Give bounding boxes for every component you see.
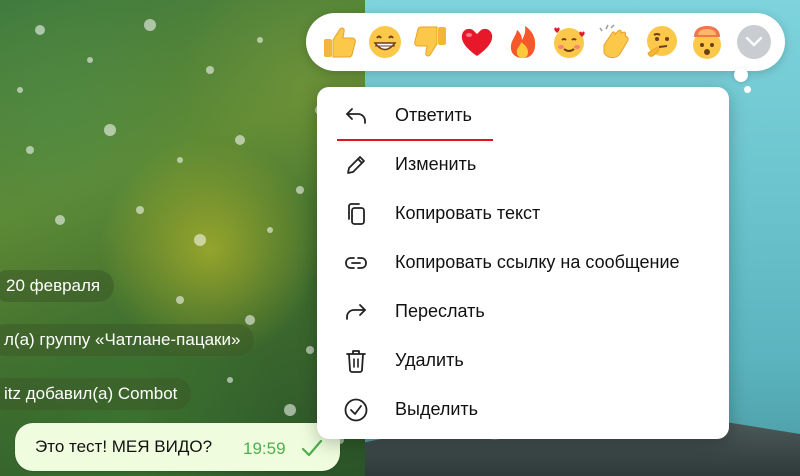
mind-blown-icon [693, 26, 721, 59]
reaction-grin[interactable] [366, 23, 404, 61]
menu-item-label: Выделить [395, 399, 479, 419]
chevron-down-icon [745, 36, 763, 47]
reaction-thumbs-up[interactable] [320, 23, 358, 61]
link-icon [345, 257, 367, 269]
clap-icon [599, 24, 629, 59]
menu-item-label: Копировать текст [395, 203, 541, 223]
menu-item-copy-link[interactable]: Копировать ссылку на сообщение [317, 238, 729, 287]
menu-item-edit[interactable]: Изменить [317, 140, 729, 189]
reaction-clap[interactable] [596, 23, 634, 61]
fire-icon [510, 26, 536, 58]
forward-icon [346, 304, 366, 320]
reactions-bubble-tail [734, 68, 748, 82]
menu-item-delete[interactable]: Удалить [317, 336, 729, 385]
menu-item-reply[interactable]: Ответить [317, 91, 729, 141]
reaction-thumbs-down[interactable] [412, 23, 450, 61]
reaction-fire[interactable] [504, 23, 542, 61]
menu-item-label: Копировать ссылку на сообщение [395, 252, 680, 272]
service-message-added: itz добавил(а) Combot [0, 378, 192, 410]
thinking-icon [647, 26, 677, 57]
menu-item-forward[interactable]: Переслать [317, 287, 729, 336]
thumbs-down-icon [414, 26, 446, 57]
message-time: 19:59 [243, 439, 286, 458]
reply-icon [346, 108, 366, 124]
menu-item-label: Ответить [395, 105, 472, 125]
pencil-icon [347, 156, 365, 174]
reaction-mind-blown[interactable] [688, 23, 726, 61]
expand-reactions-button[interactable] [737, 25, 771, 59]
trash-icon [346, 350, 366, 373]
grin-icon [369, 26, 401, 58]
menu-item-select[interactable]: Выделить [317, 385, 729, 434]
outgoing-message[interactable]: Это тест! МЕЯ ВИДО? 19:59 [15, 423, 340, 471]
menu-item-copy-text[interactable]: Копировать текст [317, 189, 729, 238]
menu-item-label: Переслать [395, 301, 485, 321]
thumbs-up-icon [324, 27, 356, 58]
reactions-bar [306, 13, 785, 71]
heart-icon [461, 28, 493, 56]
reaction-smiling-hearts[interactable] [550, 23, 588, 61]
copy-icon [348, 203, 365, 225]
reaction-heart[interactable] [458, 23, 496, 61]
check-circle-icon [344, 398, 368, 422]
service-date-badge: 20 февраля [0, 270, 115, 302]
menu-item-label: Изменить [395, 154, 477, 174]
menu-item-label: Удалить [395, 350, 464, 370]
message-text: Это тест! МЕЯ ВИДО? [35, 437, 213, 456]
service-message-group: л(а) группу «Чатлане-пацаки» [0, 324, 255, 356]
double-check-icon [301, 439, 323, 457]
reaction-thinking[interactable] [642, 23, 680, 61]
reactions-bubble-tail-small [744, 86, 751, 93]
smiling-hearts-icon [554, 27, 585, 58]
message-context-menu: Ответить Изменить Копировать текст Копир… [317, 87, 729, 439]
